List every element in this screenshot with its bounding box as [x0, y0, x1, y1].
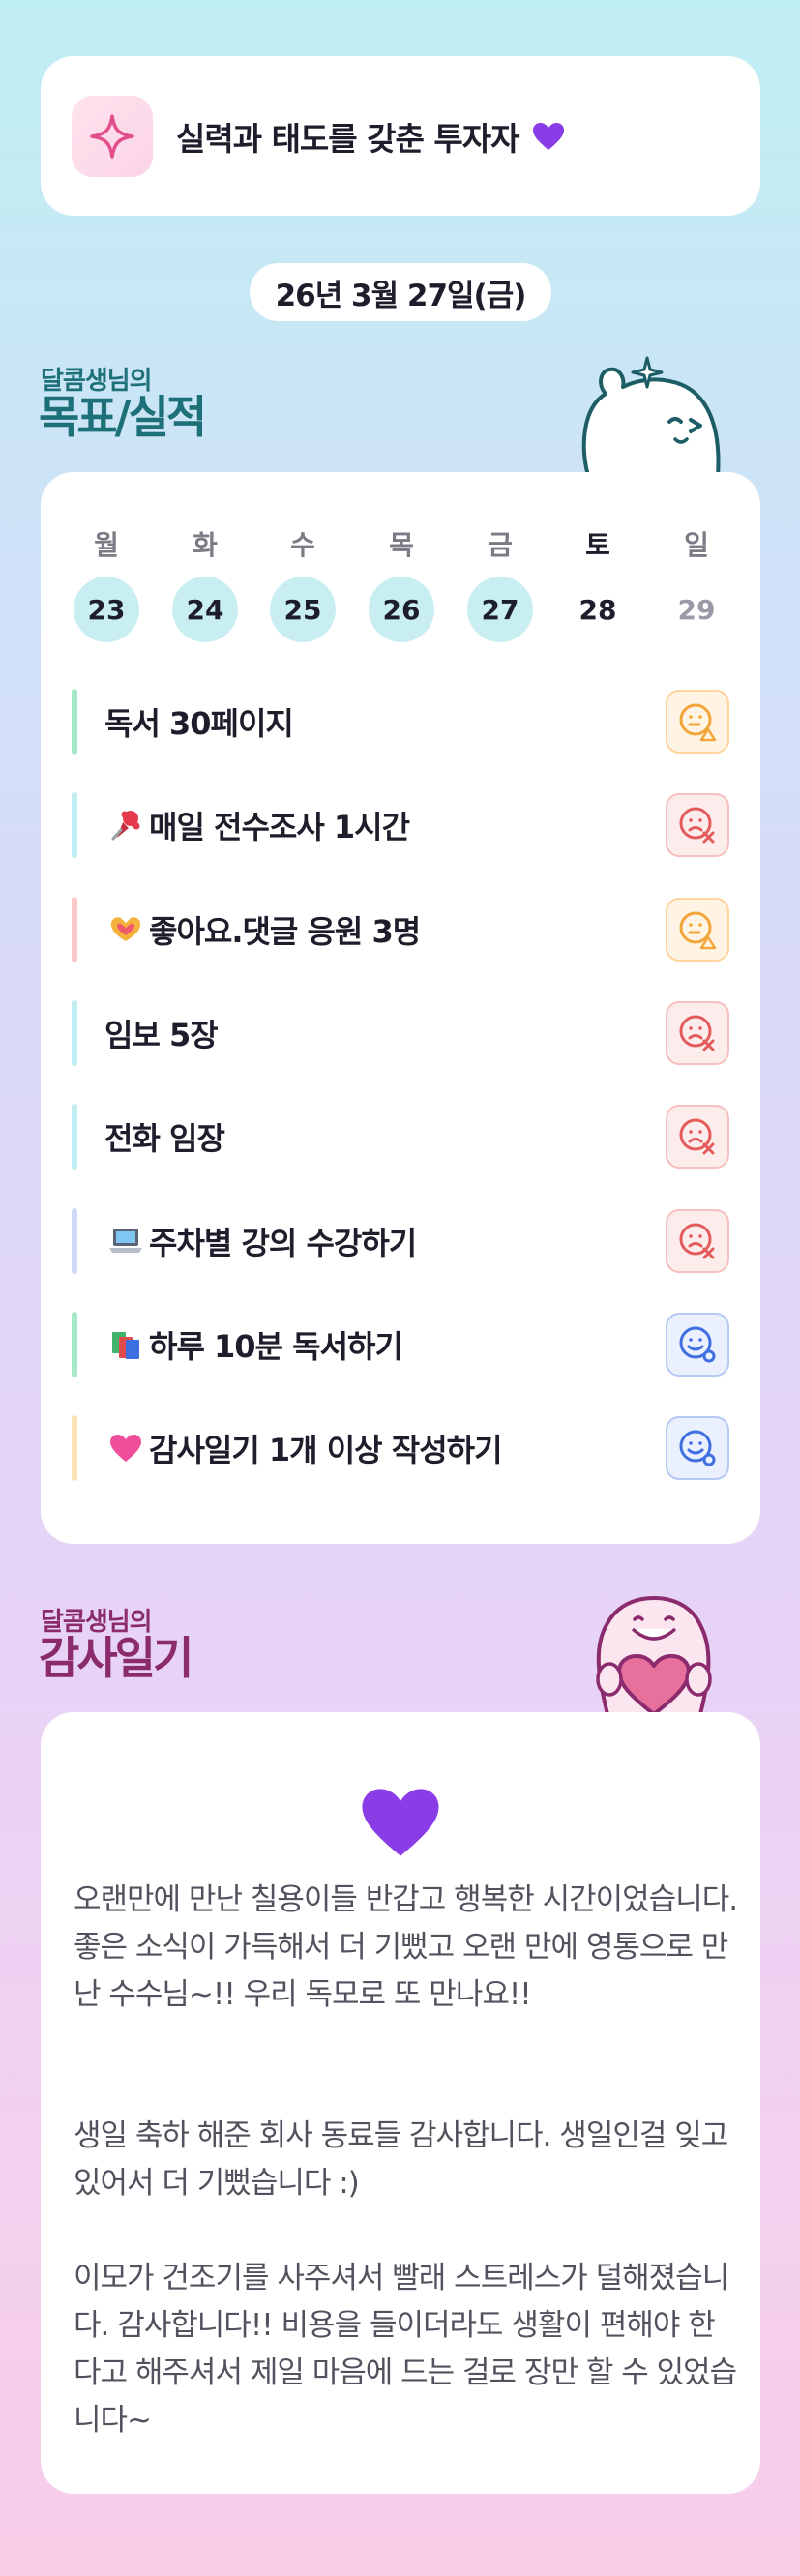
status-partial-icon[interactable]	[666, 898, 729, 962]
purple-heart-icon	[360, 1786, 441, 1863]
goal-accent-bar	[72, 1208, 77, 1274]
goal-label: 독서 30페이지	[104, 705, 294, 742]
pink-heart-icon	[108, 1431, 143, 1466]
day-number[interactable]: 28	[565, 577, 631, 642]
weekday-label: 월	[94, 529, 119, 561]
goal-item[interactable]: 감사일기 1개 이상 작성하기	[72, 1413, 729, 1483]
goal-item[interactable]: 하루 10분 독서하기	[72, 1310, 729, 1379]
day-column[interactable]: 화 24	[172, 524, 238, 642]
status-fail-icon[interactable]	[666, 1105, 729, 1169]
goal-label: 감사일기 1개 이상 작성하기	[149, 1432, 503, 1468]
day-column[interactable]: 일 29	[664, 524, 729, 642]
goal-accent-bar	[72, 1312, 77, 1377]
weekday-label: 토	[585, 529, 610, 561]
status-fail-icon[interactable]	[666, 793, 729, 857]
day-column[interactable]: 목 26	[369, 524, 434, 642]
goal-label: 매일 전수조사 1시간	[149, 809, 410, 845]
goal-accent-bar	[72, 1104, 77, 1170]
heart-mascot-icon	[578, 1590, 729, 1716]
goal-accent-bar	[72, 897, 77, 962]
goal-label: 전화 임장	[104, 1120, 225, 1157]
motto-card: 실력과 태도를 갖춘 투자자	[41, 56, 760, 216]
diary-paragraph: 오랜만에 만난 칠용이들 반갑고 행복한 시간이었습니다. 좋은 소식이 가득해…	[74, 1882, 738, 2012]
status-partial-icon[interactable]	[666, 690, 729, 754]
goal-item[interactable]: 좋아요.댓글 응원 3명	[72, 895, 729, 964]
goal-label: 주차별 강의 수강하기	[149, 1225, 417, 1261]
goal-item[interactable]: 매일 전수조사 1시간	[72, 790, 729, 860]
diary-section-title: 감사일기	[39, 1632, 193, 1684]
goals-card: 월 23 화 24 수 25 목 26 금 27 토 28 일 29 독서 30페이지매일 전수조사 1시…	[41, 472, 760, 1544]
date-pill[interactable]: 26년 3월 27일(금)	[250, 263, 551, 321]
goal-accent-bar	[72, 792, 77, 858]
goal-item[interactable]: 독서 30페이지	[72, 687, 729, 756]
waving-mascot-icon	[577, 350, 731, 478]
pushpin-icon	[108, 808, 143, 843]
heart-hands-icon	[108, 912, 143, 947]
goal-accent-bar	[72, 1000, 77, 1066]
day-column[interactable]: 토 28	[565, 524, 631, 642]
day-column[interactable]: 수 25	[270, 524, 336, 642]
goal-label: 임보 5장	[104, 1017, 219, 1053]
status-success-icon[interactable]	[666, 1313, 729, 1377]
weekday-label: 수	[290, 529, 315, 561]
sparkle-icon	[72, 95, 153, 177]
goal-item[interactable]: 임보 5장	[72, 998, 729, 1068]
books-icon	[108, 1327, 143, 1362]
weekday-label: 일	[684, 529, 709, 561]
goal-label: 하루 10분 독서하기	[149, 1328, 403, 1365]
goal-accent-bar	[72, 1415, 77, 1481]
diary-paragraph: 생일 축하 해준 회사 동료들 감사합니다. 생일인걸 잊고 있어서 더 기뻤습…	[74, 2118, 728, 2201]
day-column[interactable]: 금 27	[467, 524, 533, 642]
diary-card: 오랜만에 만난 칠용이들 반갑고 행복한 시간이었습니다. 좋은 소식이 가득해…	[41, 1712, 760, 2494]
day-number[interactable]: 23	[74, 577, 139, 642]
goals-section-title: 목표/실적	[39, 391, 207, 443]
day-number[interactable]: 26	[369, 577, 434, 642]
status-fail-icon[interactable]	[666, 1209, 729, 1273]
weekday-label: 금	[488, 529, 513, 561]
purple-heart-icon	[532, 122, 565, 151]
weekday-label: 목	[389, 529, 414, 561]
day-number[interactable]: 27	[467, 577, 533, 642]
goal-item[interactable]: 주차별 강의 수강하기	[72, 1206, 729, 1276]
day-number[interactable]: 24	[172, 577, 238, 642]
day-column[interactable]: 월 23	[74, 524, 139, 642]
weekday-label: 화	[193, 529, 218, 561]
laptop-icon	[108, 1224, 143, 1258]
diary-paragraph: 이모가 건조기를 사주셔서 빨래 스트레스가 덜해졌습니다. 감사합니다!! 비…	[74, 2261, 737, 2438]
goal-item[interactable]: 전화 임장	[72, 1102, 729, 1171]
motto-text: 실력과 태도를 갖춘 투자자	[176, 119, 519, 158]
day-number[interactable]: 29	[664, 577, 729, 642]
status-success-icon[interactable]	[666, 1416, 729, 1480]
status-fail-icon[interactable]	[666, 1001, 729, 1065]
goal-accent-bar	[72, 689, 77, 755]
goal-label: 좋아요.댓글 응원 3명	[149, 913, 421, 950]
day-number[interactable]: 25	[270, 577, 336, 642]
